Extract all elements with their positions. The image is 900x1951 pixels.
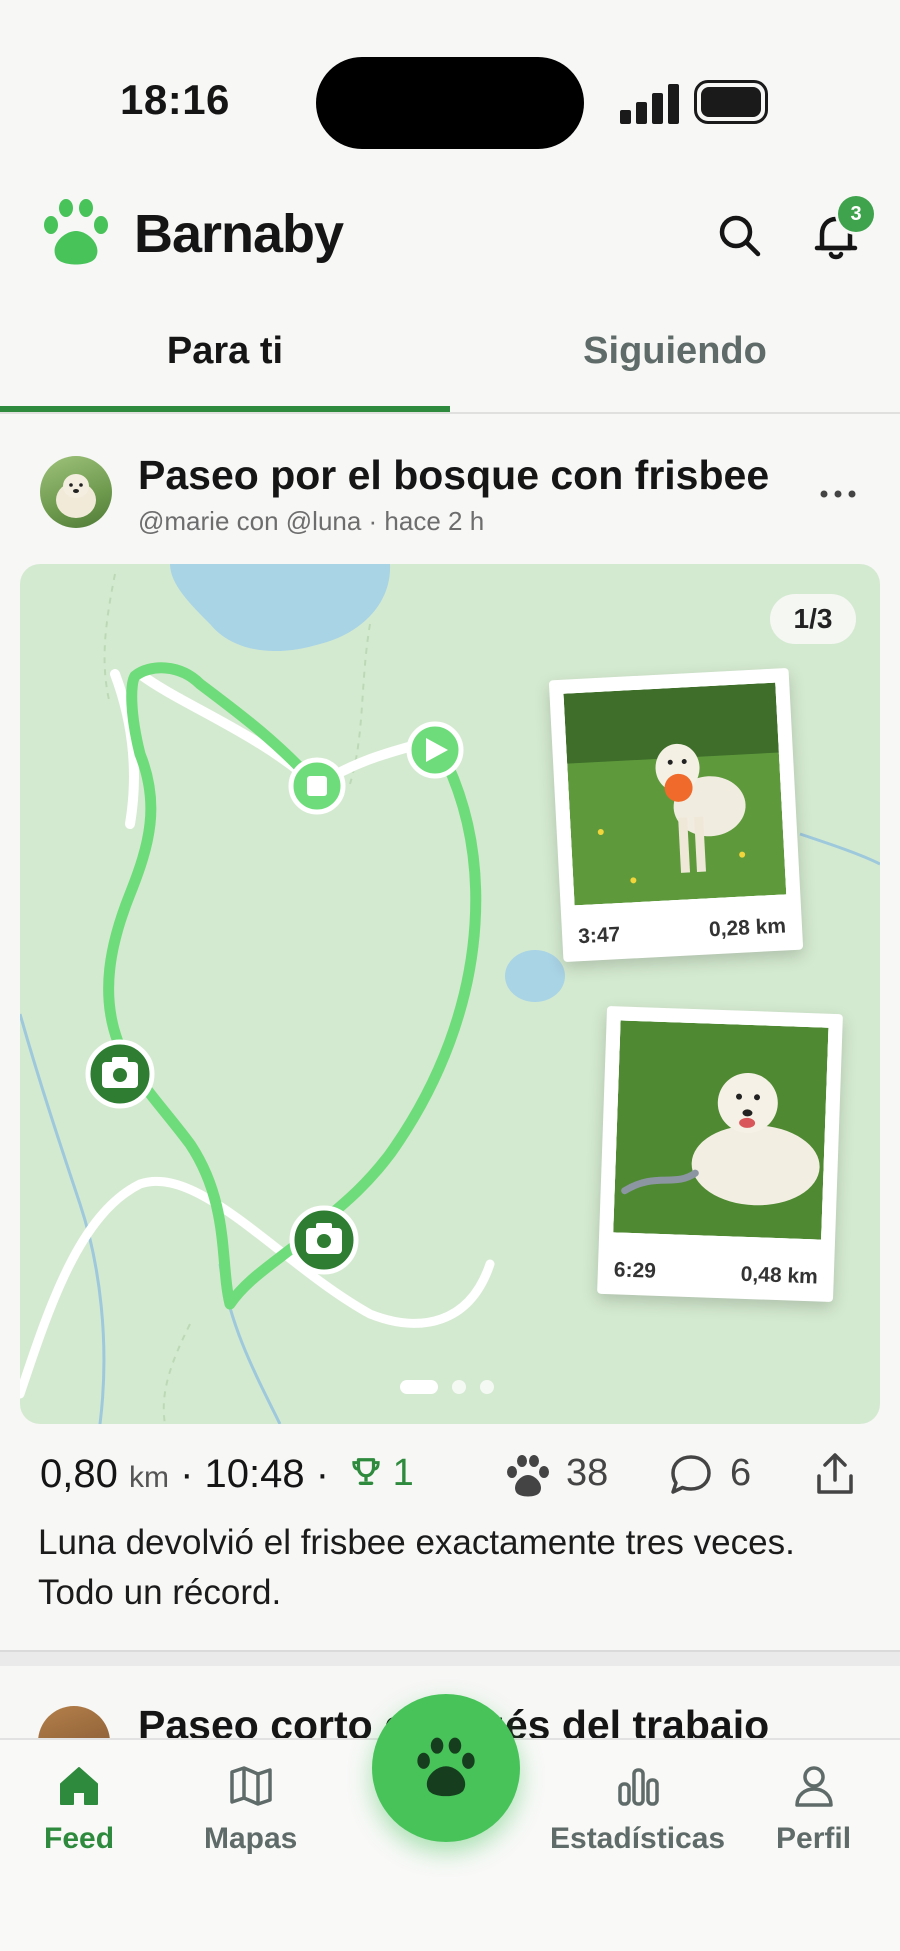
share-icon[interactable]: [812, 1450, 858, 1498]
distance-value: 0,80: [40, 1452, 118, 1496]
dynamic-island: [316, 57, 584, 149]
photo-time: 3:47: [577, 923, 621, 949]
tab-divider: [0, 412, 900, 414]
post-meta: @marie con @luna · hace 2 h: [138, 506, 485, 536]
dog-photo-image: [563, 682, 787, 906]
signal-icon: [620, 82, 680, 124]
pagination-dot[interactable]: [452, 1380, 466, 1394]
post-separator: [0, 1650, 900, 1666]
walk-photo[interactable]: 3:47 0,28 km: [548, 667, 804, 963]
nav-statistics[interactable]: Estadísticas: [550, 1762, 725, 1856]
nav-feed[interactable]: Feed: [44, 1762, 114, 1856]
nav-maps[interactable]: Mapas: [204, 1762, 297, 1856]
like-count: 38: [566, 1452, 609, 1494]
gallery-counter: 1/3: [770, 594, 856, 644]
photo-time: 6:29: [613, 1258, 657, 1283]
walk-stats: 0,80 km · 10:48 ·: [40, 1452, 329, 1497]
search-icon[interactable]: [712, 208, 768, 264]
notification-badge: 3: [838, 196, 874, 232]
trophy-count: 1: [392, 1452, 414, 1494]
tab-for-you[interactable]: Para ti: [0, 330, 450, 373]
nav-profile-label: Perfil: [776, 1822, 852, 1855]
photo-distance: 0,48 km: [740, 1262, 819, 1289]
nav-feed-label: Feed: [44, 1822, 115, 1855]
paw-like-icon[interactable]: [504, 1452, 552, 1500]
post-title[interactable]: Paseo por el bosque con frisbee: [138, 452, 769, 499]
duration-value: · 10:48 ·: [180, 1452, 330, 1496]
trophy-icon: [352, 1458, 380, 1485]
post-description: Luna devolvió el frisbee exactamente tre…: [38, 1523, 795, 1612]
map-icon: [229, 1766, 272, 1806]
status-time: 18:16: [120, 76, 230, 123]
trophy-stat: 1: [350, 1452, 414, 1495]
user-icon: [794, 1766, 833, 1807]
battery-icon: [694, 80, 768, 124]
nav-profile[interactable]: Perfil: [776, 1762, 851, 1856]
pagination-dot-active[interactable]: [400, 1380, 438, 1394]
start-walk-button[interactable]: [372, 1694, 520, 1842]
photo-distance: 0,28 km: [708, 914, 787, 942]
paw-icon: [417, 1737, 475, 1797]
bar-chart-icon: [617, 1768, 659, 1806]
comment-count: 6: [730, 1452, 752, 1494]
nav-statistics-label: Estadísticas: [550, 1822, 726, 1855]
walk-photo[interactable]: 6:29 0,48 km: [597, 1005, 843, 1303]
brand-title: Barnaby: [134, 204, 344, 264]
more-options-icon[interactable]: [818, 470, 858, 510]
nav-maps-label: Mapas: [204, 1822, 298, 1855]
gallery-pagination[interactable]: [400, 1380, 500, 1396]
tab-following[interactable]: Siguiendo: [450, 330, 900, 373]
distance-unit: km: [128, 1461, 169, 1494]
pagination-dot[interactable]: [480, 1380, 494, 1394]
avatar[interactable]: [40, 456, 112, 528]
comment-icon[interactable]: [668, 1452, 714, 1498]
paw-logo-icon: [44, 199, 108, 265]
dog-photo-image: [613, 1020, 829, 1240]
home-icon: [60, 1767, 99, 1805]
